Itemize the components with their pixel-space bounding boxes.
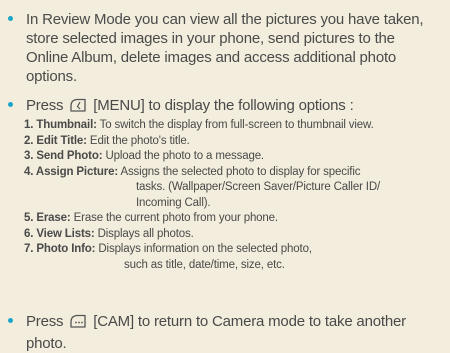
bullet-menu: Press [MENU] to display the following op… xyxy=(8,96,440,118)
options-list: 1. Thumbnail: To switch the display from… xyxy=(24,118,450,273)
cam-key-icon xyxy=(69,314,87,334)
review-mode-text: In Review Mode you can view all the pict… xyxy=(26,11,424,85)
option-assign-picture-cont: tasks. (Wallpaper/Screen Saver/Picture C… xyxy=(136,181,381,193)
option-key: 1. Thumbnail: xyxy=(24,119,97,131)
option-desc: Displays all photos. xyxy=(97,227,194,240)
option-desc: To switch the display from full-screen t… xyxy=(99,119,374,131)
option-key: 5. Erase: xyxy=(24,212,71,224)
option-key: 4. Assign Picture: xyxy=(24,165,119,178)
menu-instruction-text: [MENU] to display the following options … xyxy=(93,97,354,114)
option-thumbnail: 1. Thumbnail: To switch the display from… xyxy=(24,118,450,134)
option-assign-picture: 4. Assign Picture: Assigns the selected … xyxy=(24,165,450,181)
option-key: 6. View Lists: xyxy=(24,227,95,240)
option-erase: 5. Erase: Erase the current photo from y… xyxy=(24,211,450,227)
option-desc: Erase the current photo from your phone. xyxy=(73,212,278,224)
option-photo-info-cont: such as title, date/time, size, etc. xyxy=(124,258,285,271)
option-edit-title: 2. Edit Title: Edit the photo's title. xyxy=(24,134,450,150)
bullet-review-mode: In Review Mode you can view all the pict… xyxy=(8,10,440,86)
manual-page: In Review Mode you can view all the pict… xyxy=(0,0,450,352)
option-assign-picture-cont: Incoming Call). xyxy=(136,196,211,209)
bullet-dot xyxy=(8,16,13,21)
bullet-dot xyxy=(8,102,13,107)
bullet-dot xyxy=(8,318,13,323)
option-key: 3. Send Photo: xyxy=(24,150,103,162)
bullet-cam: Press [CAM] to return to Camera mode to … xyxy=(8,312,440,353)
option-desc: Upload the photo to a message. xyxy=(105,150,264,162)
option-key: 2. Edit Title: xyxy=(24,134,87,147)
option-desc: Displays information on the selected pho… xyxy=(98,243,312,255)
option-key: 7. Photo Info: xyxy=(24,243,96,255)
option-photo-info: 7. Photo Info: Displays information on t… xyxy=(24,242,450,258)
option-desc: Assigns the selected photo to display fo… xyxy=(120,165,361,178)
cam-press-text: Press xyxy=(26,313,64,330)
menu-key-icon xyxy=(69,98,87,118)
menu-press-text: Press xyxy=(26,97,64,114)
option-send-photo: 3. Send Photo: Upload the photo to a mes… xyxy=(24,149,450,165)
option-view-lists: 6. View Lists: Displays all photos. xyxy=(24,227,450,243)
option-desc: Edit the photo's title. xyxy=(89,134,190,147)
